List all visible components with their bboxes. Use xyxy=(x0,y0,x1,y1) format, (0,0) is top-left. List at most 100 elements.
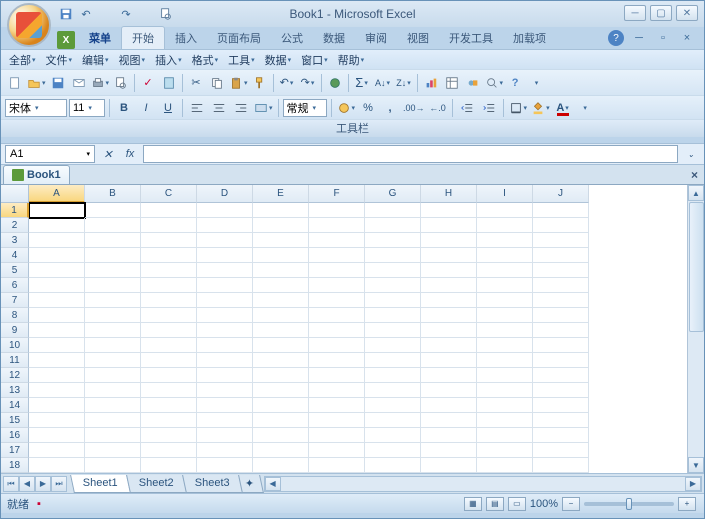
menu-edit[interactable]: 编辑▾ xyxy=(78,50,113,70)
cell[interactable] xyxy=(533,293,589,308)
cell[interactable] xyxy=(253,248,309,263)
cell[interactable] xyxy=(309,218,365,233)
menu-all[interactable]: 全部▾ xyxy=(5,50,40,70)
cell[interactable] xyxy=(365,413,421,428)
cell[interactable] xyxy=(141,233,197,248)
sheet-tab-2[interactable]: Sheet2 xyxy=(126,475,187,493)
column-header[interactable]: A xyxy=(29,185,85,203)
cell[interactable] xyxy=(85,458,141,473)
cell[interactable] xyxy=(309,323,365,338)
percent-icon[interactable]: % xyxy=(358,98,378,118)
cell[interactable] xyxy=(85,443,141,458)
cell[interactable] xyxy=(85,353,141,368)
cell[interactable] xyxy=(365,203,421,218)
scroll-left-button[interactable]: ◀ xyxy=(265,477,281,491)
cell[interactable] xyxy=(253,233,309,248)
cell[interactable] xyxy=(29,233,85,248)
cell[interactable] xyxy=(309,233,365,248)
mail-icon[interactable] xyxy=(69,73,89,93)
scroll-thumb[interactable] xyxy=(689,202,704,332)
cell[interactable] xyxy=(421,293,477,308)
cell[interactable] xyxy=(421,353,477,368)
cell[interactable] xyxy=(197,398,253,413)
cell[interactable] xyxy=(29,203,85,218)
cell[interactable] xyxy=(421,338,477,353)
sheet-tab-3[interactable]: Sheet3 xyxy=(182,475,243,493)
cell[interactable] xyxy=(309,458,365,473)
cell[interactable] xyxy=(421,248,477,263)
scroll-down-button[interactable]: ▼ xyxy=(688,457,704,473)
zoom-slider[interactable] xyxy=(584,502,674,506)
cell[interactable] xyxy=(309,353,365,368)
cell[interactable] xyxy=(29,353,85,368)
cell[interactable] xyxy=(365,428,421,443)
cell[interactable] xyxy=(533,323,589,338)
cell[interactable] xyxy=(533,413,589,428)
ribbon-minimize-button[interactable]: ─ xyxy=(630,29,648,47)
sheet-tab-1[interactable]: Sheet1 xyxy=(70,475,131,493)
open-icon[interactable] xyxy=(26,73,47,93)
redo-icon[interactable]: ↷ xyxy=(117,5,135,23)
cell[interactable] xyxy=(533,353,589,368)
cell[interactable] xyxy=(533,233,589,248)
toolbar-options[interactable] xyxy=(575,98,595,118)
cell[interactable] xyxy=(197,293,253,308)
cell[interactable] xyxy=(253,308,309,323)
cell[interactable] xyxy=(477,368,533,383)
undo-dropdown[interactable] xyxy=(97,5,115,23)
cell[interactable] xyxy=(477,248,533,263)
cell[interactable] xyxy=(141,293,197,308)
ribbon-tab-layout[interactable]: 页面布局 xyxy=(207,27,271,49)
cell[interactable] xyxy=(197,368,253,383)
row-header[interactable]: 14 xyxy=(1,398,29,413)
cell[interactable] xyxy=(309,428,365,443)
decrease-indent-icon[interactable] xyxy=(457,98,477,118)
cell[interactable] xyxy=(197,353,253,368)
cell[interactable] xyxy=(365,443,421,458)
menu-view[interactable]: 视图▾ xyxy=(115,50,150,70)
cell[interactable] xyxy=(85,323,141,338)
row-header[interactable]: 16 xyxy=(1,428,29,443)
cell[interactable] xyxy=(253,323,309,338)
font-color-icon[interactable]: A xyxy=(553,98,573,118)
cell[interactable] xyxy=(533,248,589,263)
cell[interactable] xyxy=(29,338,85,353)
cell[interactable] xyxy=(365,293,421,308)
cell[interactable] xyxy=(253,263,309,278)
spellcheck-icon[interactable]: ✓ xyxy=(138,73,158,93)
cell[interactable] xyxy=(365,458,421,473)
select-all-corner[interactable] xyxy=(1,185,29,203)
menu-data[interactable]: 数据▾ xyxy=(261,50,296,70)
ribbon-tab-addins[interactable]: 加载项 xyxy=(503,27,556,49)
merge-cells-icon[interactable] xyxy=(253,98,274,118)
row-header[interactable]: 7 xyxy=(1,293,29,308)
toolbar-overflow[interactable] xyxy=(526,73,546,93)
cell[interactable] xyxy=(421,308,477,323)
cell[interactable] xyxy=(477,323,533,338)
cell[interactable] xyxy=(253,443,309,458)
cell[interactable] xyxy=(141,443,197,458)
qat-customize-dropdown[interactable] xyxy=(177,5,195,23)
cell[interactable] xyxy=(477,398,533,413)
cell[interactable] xyxy=(197,323,253,338)
save-icon[interactable] xyxy=(48,73,68,93)
menu-file[interactable]: 文件▾ xyxy=(42,50,77,70)
cell[interactable] xyxy=(197,263,253,278)
cell[interactable] xyxy=(141,398,197,413)
cell[interactable] xyxy=(365,278,421,293)
cell[interactable] xyxy=(309,263,365,278)
cell[interactable] xyxy=(85,398,141,413)
autosum-icon[interactable]: Σ xyxy=(352,73,372,93)
cell[interactable] xyxy=(85,338,141,353)
cell[interactable] xyxy=(197,308,253,323)
row-header[interactable]: 3 xyxy=(1,233,29,248)
row-header[interactable]: 17 xyxy=(1,443,29,458)
undo-icon[interactable]: ↶ xyxy=(277,73,297,93)
cell[interactable] xyxy=(197,428,253,443)
cell[interactable] xyxy=(365,263,421,278)
bold-button[interactable]: B xyxy=(114,98,134,118)
research-icon[interactable] xyxy=(159,73,179,93)
workbook-tab[interactable]: Book1 xyxy=(3,165,70,184)
cell[interactable] xyxy=(533,263,589,278)
row-header[interactable]: 15 xyxy=(1,413,29,428)
